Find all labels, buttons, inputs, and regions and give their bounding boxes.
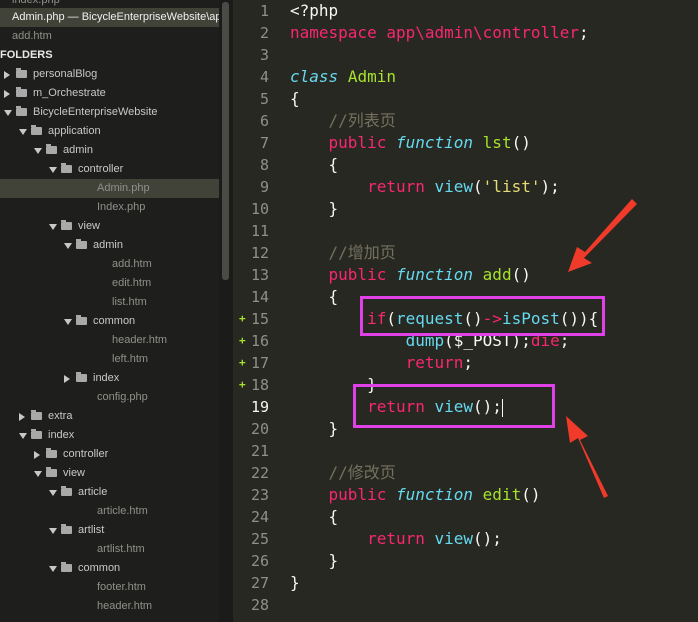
arrow-bottom — [566, 416, 608, 498]
arrow-top — [568, 199, 637, 272]
annotation-arrows — [566, 199, 637, 498]
